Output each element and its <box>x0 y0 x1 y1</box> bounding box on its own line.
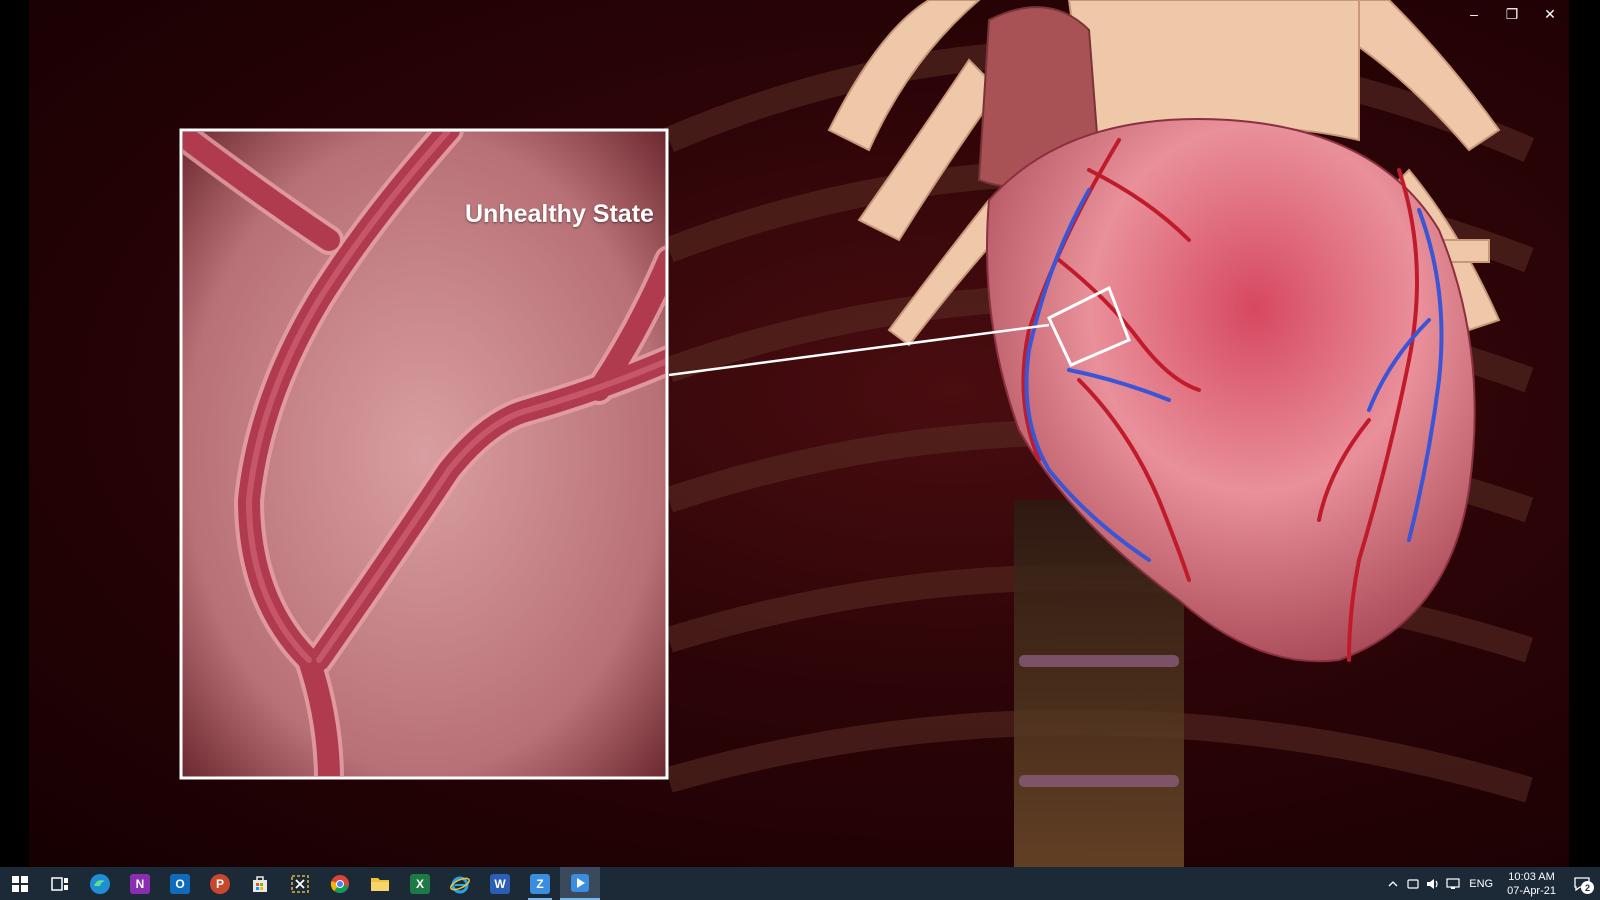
minimize-button[interactable]: – <box>1455 0 1493 28</box>
action-center-button[interactable]: 2 <box>1564 867 1600 900</box>
right-letterbox <box>1569 0 1600 867</box>
word-icon: W <box>490 873 510 894</box>
volume-icon[interactable] <box>1423 867 1443 900</box>
task-view-icon <box>51 876 68 891</box>
internet-explorer-icon <box>450 876 470 893</box>
chrome-icon <box>330 874 349 893</box>
taskbar-chrome[interactable] <box>320 867 360 900</box>
taskbar-zoom[interactable]: Z <box>520 867 560 900</box>
window-controls: – ❐ ✕ <box>1455 0 1569 28</box>
taskbar-excel[interactable]: X <box>400 867 440 900</box>
show-hidden-icons-chevron-up-icon[interactable] <box>1383 867 1403 900</box>
onenote-icon: N <box>130 873 150 894</box>
inset-label: Unhealthy State <box>465 200 654 228</box>
taskbar-snipping-tool[interactable] <box>280 867 320 900</box>
meet-now-icon[interactable] <box>1403 867 1423 900</box>
taskbar-store[interactable] <box>240 867 280 900</box>
store-icon <box>253 875 267 892</box>
network-icon[interactable] <box>1443 867 1463 900</box>
video-frame[interactable]: Unhealthy State <box>29 0 1569 867</box>
task-view-button[interactable] <box>40 867 80 900</box>
taskbar-file-explorer[interactable] <box>360 867 400 900</box>
excel-icon: X <box>410 873 430 894</box>
clock-date: 07-Apr-21 <box>1507 884 1556 897</box>
taskbar-media-player[interactable] <box>560 867 600 900</box>
start-button[interactable] <box>0 867 40 900</box>
notification-count-badge: 2 <box>1581 881 1594 894</box>
clock[interactable]: 10:03 AM 07-Apr-21 <box>1499 870 1564 898</box>
snipping-tool-icon <box>291 874 309 893</box>
media-player-icon <box>571 873 589 892</box>
taskbar: N O P X W Z ENG 10:03 AM 07-Apr-21 2 <box>0 867 1600 900</box>
outlook-icon: O <box>170 873 190 894</box>
taskbar-word[interactable]: W <box>480 867 520 900</box>
taskbar-powerpoint[interactable]: P <box>200 867 240 900</box>
heart-illustration <box>179 0 1535 867</box>
clock-time: 10:03 AM <box>1508 870 1555 883</box>
restore-button[interactable]: ❐ <box>1493 0 1531 28</box>
powerpoint-icon: P <box>210 873 230 894</box>
close-button[interactable]: ✕ <box>1531 0 1569 28</box>
taskbar-onenote[interactable]: N <box>120 867 160 900</box>
start-icon <box>12 875 28 892</box>
left-letterbox <box>0 0 29 867</box>
edge-icon <box>90 873 110 894</box>
system-tray: ENG 10:03 AM 07-Apr-21 2 <box>1383 867 1600 900</box>
language-indicator[interactable]: ENG <box>1463 878 1499 890</box>
taskbar-edge[interactable] <box>80 867 120 900</box>
taskbar-internet-explorer[interactable] <box>440 867 480 900</box>
zoom-icon: Z <box>530 873 550 894</box>
file-explorer-icon <box>371 877 389 891</box>
taskbar-outlook[interactable]: O <box>160 867 200 900</box>
